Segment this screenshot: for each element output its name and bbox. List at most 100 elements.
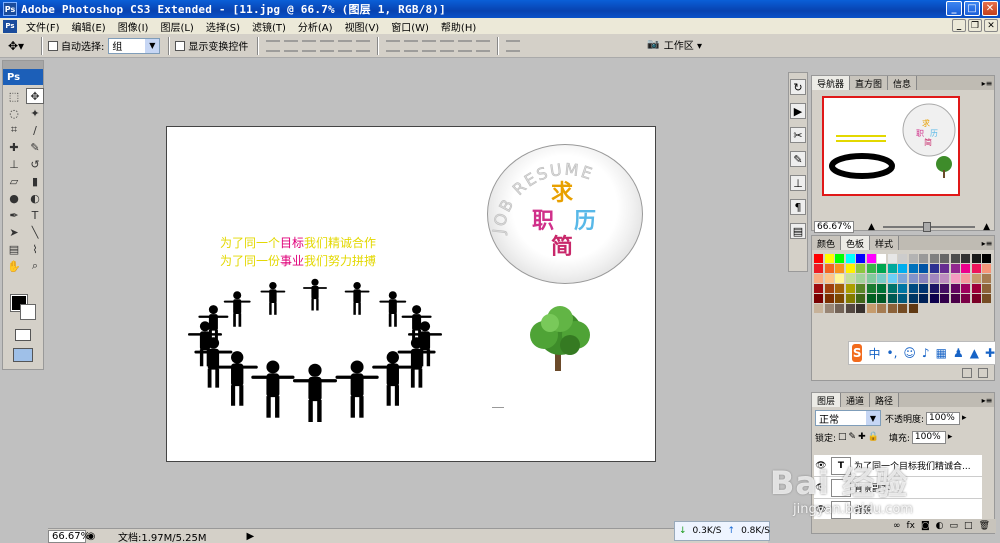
color-swatch[interactable] (950, 284, 960, 293)
color-swatch[interactable] (908, 254, 918, 263)
color-swatch[interactable] (835, 294, 844, 303)
color-swatch[interactable] (887, 284, 897, 293)
align-right-icon[interactable] (356, 39, 371, 52)
color-swatch[interactable] (908, 304, 918, 313)
color-swatch[interactable] (971, 264, 981, 273)
eyedropper-icon[interactable]: ⌇ (26, 241, 44, 257)
skin-icon[interactable]: ♟ (953, 346, 964, 360)
color-swatch[interactable] (866, 304, 876, 313)
trash-icon[interactable]: 🗑 (979, 521, 990, 531)
marquee-icon[interactable]: ⬚ (5, 88, 23, 104)
color-swatch[interactable] (856, 294, 865, 303)
tab-styles[interactable]: 样式 (870, 236, 900, 250)
menu-help[interactable]: 帮助(H) (435, 19, 482, 34)
zoom-field[interactable]: 66.67% (48, 529, 90, 543)
color-swatch[interactable] (919, 274, 928, 283)
magic-wand-icon[interactable]: ✦ (26, 105, 44, 121)
color-swatch[interactable] (877, 274, 886, 283)
color-swatch[interactable] (929, 254, 939, 263)
layer-style-icon[interactable]: fx (906, 521, 915, 531)
distribute-vcenter-icon[interactable] (404, 39, 419, 52)
align-hcenter-icon[interactable] (338, 39, 353, 52)
shirt-icon[interactable]: ▲ (970, 346, 979, 360)
color-swatch[interactable] (835, 284, 844, 293)
color-swatch[interactable] (877, 254, 886, 263)
color-swatch[interactable] (835, 304, 844, 313)
stamp-icon[interactable]: ⊥ (5, 156, 23, 172)
color-swatch[interactable] (919, 284, 928, 293)
tab-swatches[interactable]: 色板 (841, 236, 871, 250)
tool-presets-icon[interactable]: ✂ (790, 127, 806, 143)
show-transform-checkbox[interactable] (175, 40, 186, 51)
punctuation-icon[interactable]: •, (887, 346, 898, 360)
fill-field[interactable]: 100% (911, 430, 946, 444)
color-swatch[interactable] (887, 304, 897, 313)
color-swatch[interactable] (982, 294, 991, 303)
color-swatch[interactable] (898, 254, 907, 263)
keyboard-icon[interactable]: ▦ (936, 346, 947, 360)
color-swatch[interactable] (845, 264, 855, 273)
zoom-out-icon[interactable]: ▲ (868, 222, 875, 232)
color-swatch[interactable] (971, 294, 981, 303)
color-swatch[interactable] (814, 264, 823, 273)
navigator-zoom-slider[interactable] (882, 222, 976, 232)
color-swatch[interactable] (982, 264, 991, 273)
workspace-menu[interactable]: 📷 工作区 ▾ (647, 37, 702, 52)
color-swatch[interactable] (950, 254, 960, 263)
healing-icon[interactable]: ✚ (5, 139, 23, 155)
paragraph-panel-icon[interactable]: ¶ (790, 199, 806, 215)
auto-select-checkbox[interactable] (48, 40, 58, 51)
notes-icon[interactable]: ▤ (5, 241, 23, 257)
color-swatch[interactable] (961, 254, 970, 263)
color-swatch[interactable] (940, 264, 949, 273)
lock-options-icon[interactable]: □✎✚🔒 (838, 432, 881, 442)
mic-icon[interactable]: ♪ (922, 346, 930, 360)
distribute-hcenter-icon[interactable] (458, 39, 473, 52)
screen-mode-icon[interactable] (13, 348, 33, 362)
color-swatch[interactable] (961, 294, 970, 303)
new-layer-icon[interactable]: □ (964, 521, 973, 531)
menu-analysis[interactable]: 分析(A) (292, 19, 339, 34)
tools-panel-header[interactable] (3, 61, 43, 69)
color-swatch[interactable] (950, 294, 960, 303)
color-swatch[interactable] (898, 274, 907, 283)
navigator-thumbnail[interactable]: 求 职 历 简 (822, 96, 960, 196)
color-swatch[interactable] (887, 254, 897, 263)
color-swatch[interactable] (845, 304, 855, 313)
actions-panel-icon[interactable]: ▶ (790, 103, 806, 119)
color-swatch[interactable] (877, 284, 886, 293)
color-swatch[interactable] (866, 284, 876, 293)
color-swatch[interactable] (898, 264, 907, 273)
menu-filter[interactable]: 滤镜(T) (246, 19, 292, 34)
lasso-icon[interactable]: ◌ (5, 105, 23, 121)
swatch-grid[interactable] (814, 254, 992, 313)
color-swatch[interactable] (866, 274, 876, 283)
crop-icon[interactable]: ⌗ (5, 122, 23, 138)
color-swatch[interactable] (887, 294, 897, 303)
color-swatch[interactable] (940, 284, 949, 293)
color-swatch[interactable] (971, 254, 981, 263)
blend-mode-dropdown[interactable]: 正常 ▼ (815, 410, 881, 426)
color-swatch[interactable] (814, 284, 823, 293)
color-swatch[interactable] (866, 264, 876, 273)
color-swatch[interactable] (929, 284, 939, 293)
color-swatch[interactable] (908, 274, 918, 283)
doc-close-button[interactable]: ✕ (984, 19, 998, 32)
slice-icon[interactable]: ∕ (26, 122, 44, 138)
distribute-bottom-icon[interactable] (422, 39, 437, 52)
line-icon[interactable]: ╲ (26, 224, 44, 240)
brushes-panel-icon[interactable]: ✎ (790, 151, 806, 167)
new-swatch-icon[interactable] (962, 368, 972, 378)
brush-icon[interactable]: ✎ (26, 139, 44, 155)
menu-view[interactable]: 视图(V) (339, 19, 386, 34)
color-swatch[interactable] (950, 264, 960, 273)
color-swatch[interactable] (814, 294, 823, 303)
color-swatch[interactable] (824, 274, 834, 283)
color-swatch[interactable] (824, 304, 834, 313)
color-swatch[interactable] (929, 294, 939, 303)
lang-toggle[interactable]: 中 (868, 345, 880, 362)
color-swatch[interactable] (887, 264, 897, 273)
color-swatch[interactable] (898, 304, 907, 313)
align-left-icon[interactable] (320, 39, 335, 52)
gradient-icon[interactable]: ▮ (26, 173, 44, 189)
